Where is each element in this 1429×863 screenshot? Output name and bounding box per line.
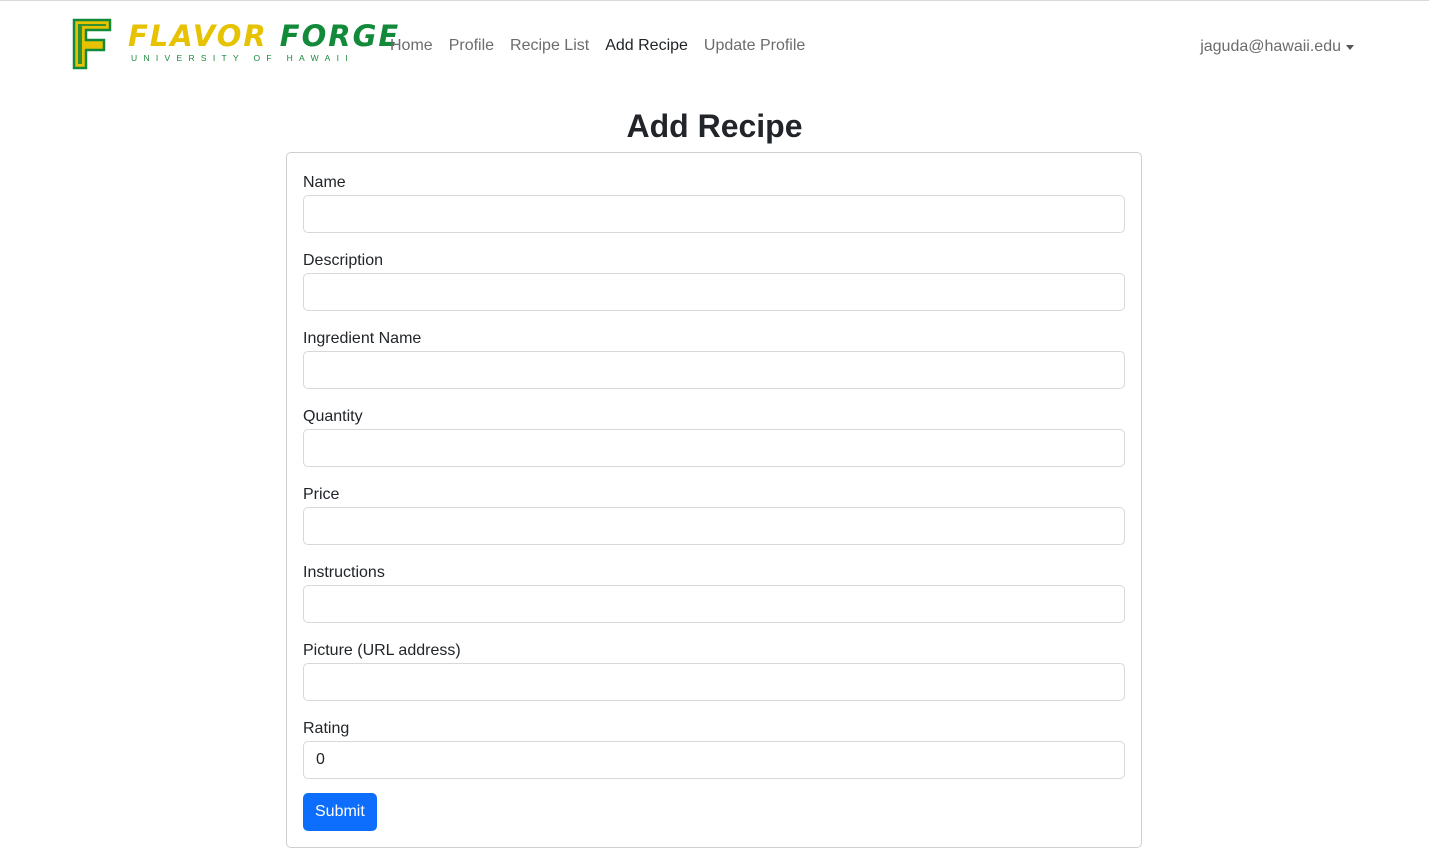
nav-link-recipe-list[interactable]: Recipe List [510,36,589,58]
user-email: jaguda@hawaii.edu [1200,38,1341,55]
quantity-label: Quantity [303,408,363,425]
price-label: Price [303,486,340,503]
description-field-group: Description [303,251,1125,311]
brand-subtitle: UNIVERSITY OF HAWAII [131,53,354,63]
brand-word-flavor: FLAVOR [128,19,268,53]
description-input[interactable] [303,273,1125,311]
rating-label: Rating [303,720,350,737]
user-dropdown[interactable]: jaguda@hawaii.edu [1200,36,1354,58]
rating-field-group: Rating [303,719,1125,779]
logo-f-icon [72,18,112,70]
nav-link-add-recipe[interactable]: Add Recipe [605,36,688,58]
navbar: FLAVOR FORGE UNIVERSITY OF HAWAII Home P… [0,1,1429,89]
quantity-input[interactable] [303,429,1125,467]
page-title: Add Recipe [626,108,803,144]
quantity-field-group: Quantity [303,407,1125,467]
rating-input[interactable] [303,741,1125,779]
picture-url-input[interactable] [303,663,1125,701]
brand-word-forge: FORGE [279,19,401,53]
name-input[interactable] [303,195,1125,233]
brand-logo[interactable]: FLAVOR FORGE UNIVERSITY OF HAWAII [70,16,398,72]
price-field-group: Price [303,485,1125,545]
price-input[interactable] [303,507,1125,545]
name-label: Name [303,174,346,191]
ingredient-name-input[interactable] [303,351,1125,389]
ingredient-name-field-group: Ingredient Name [303,329,1125,389]
caret-down-icon [1346,45,1354,50]
submit-button[interactable]: Submit [303,793,377,831]
instructions-input[interactable] [303,585,1125,623]
picture-url-label: Picture (URL address) [303,642,461,659]
add-recipe-form: Name Description Ingredient Name Quantit… [286,152,1142,848]
nav-link-home[interactable]: Home [390,36,433,58]
nav-link-update-profile[interactable]: Update Profile [704,36,805,58]
name-field-group: Name [303,173,1125,233]
brand-wordmark: FLAVOR FORGE [128,18,400,54]
instructions-field-group: Instructions [303,563,1125,623]
nav-link-profile[interactable]: Profile [449,36,494,58]
picture-url-field-group: Picture (URL address) [303,641,1125,701]
instructions-label: Instructions [303,564,385,581]
nav-links: Home Profile Recipe List Add Recipe Upda… [390,36,821,58]
description-label: Description [303,252,384,269]
ingredient-name-label: Ingredient Name [303,330,422,347]
